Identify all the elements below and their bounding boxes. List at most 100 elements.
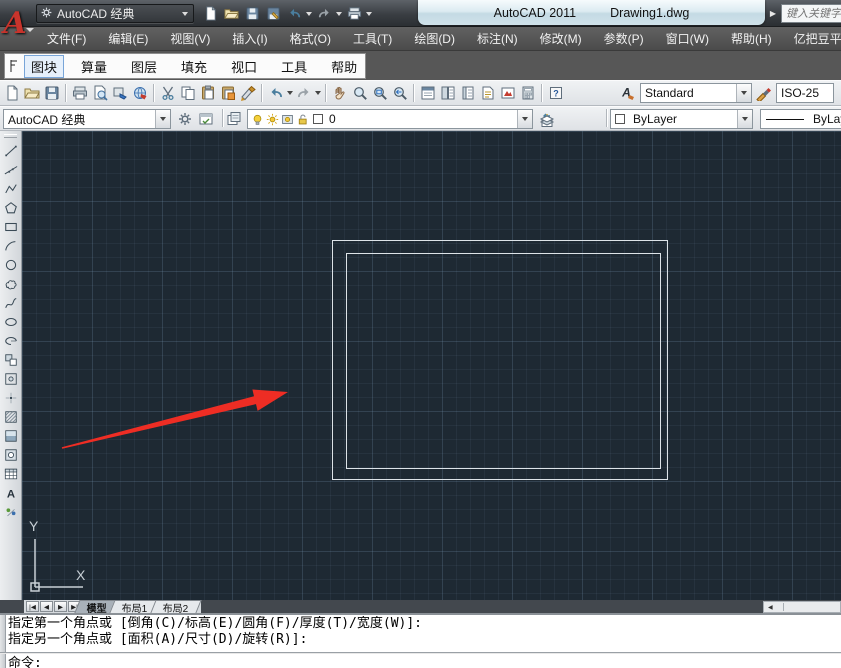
autocad-logo-icon[interactable]: A <box>0 0 30 46</box>
plugin-menu-item[interactable]: 填充 <box>169 55 219 78</box>
std-pan-icon[interactable] <box>330 83 350 103</box>
gradient-icon[interactable] <box>2 427 20 445</box>
infocenter-search-input[interactable] <box>781 4 841 23</box>
hatch-icon[interactable] <box>2 408 20 426</box>
std-zoom-realtime-icon[interactable] <box>350 83 370 103</box>
std-paste-icon[interactable] <box>198 83 218 103</box>
workspace-settings-icon[interactable] <box>175 109 195 129</box>
std-undo-icon[interactable] <box>266 83 286 103</box>
qat-new-icon[interactable] <box>200 4 220 23</box>
qat-save-as-icon[interactable] <box>263 4 283 23</box>
text-style-combo[interactable]: Standard <box>640 83 752 103</box>
std-save-icon[interactable] <box>42 83 62 103</box>
std-help-icon[interactable]: ? <box>546 83 566 103</box>
command-window-splitter[interactable] <box>0 652 841 654</box>
layer-combo[interactable]: 0 <box>247 109 533 129</box>
plugin-menu-item[interactable]: 视口 <box>219 55 269 78</box>
std-publish-icon[interactable] <box>110 83 130 103</box>
toolbar-grip[interactable] <box>4 134 17 138</box>
tab-nav-button[interactable]: |◀ <box>26 601 39 612</box>
chevron-down-icon[interactable] <box>517 110 532 128</box>
std-quickcalc-icon[interactable] <box>518 83 538 103</box>
infocenter-expand-button[interactable]: ▶ <box>768 6 778 20</box>
text-style-icon[interactable]: A <box>618 83 638 103</box>
chevron-down-icon[interactable] <box>305 4 313 23</box>
vp-freeze-icon[interactable] <box>281 113 294 126</box>
add-selected-icon[interactable] <box>2 503 20 521</box>
polygon-icon[interactable] <box>2 199 20 217</box>
menu-item[interactable]: 窗口(W) <box>655 27 720 50</box>
command-prompt[interactable]: 命令: <box>8 656 42 668</box>
revision-cloud-icon[interactable] <box>2 275 20 293</box>
std-designcenter-icon[interactable] <box>438 83 458 103</box>
layer-properties-manager-icon[interactable] <box>224 109 244 129</box>
std-open-icon[interactable] <box>22 83 42 103</box>
dim-style-icon[interactable] <box>754 83 774 103</box>
construction-line-icon[interactable] <box>2 161 20 179</box>
menu-item[interactable]: 格式(O) <box>279 27 342 50</box>
chevron-down-icon[interactable] <box>286 83 294 103</box>
make-block-icon[interactable] <box>2 370 20 388</box>
std-redo-icon[interactable] <box>294 83 314 103</box>
std-plot-preview-icon[interactable] <box>90 83 110 103</box>
menu-item[interactable]: 视图(V) <box>159 27 221 50</box>
tab-nav-button[interactable]: ◀ <box>40 601 53 612</box>
line-icon[interactable] <box>2 142 20 160</box>
std-cut-icon[interactable] <box>158 83 178 103</box>
chevron-down-icon[interactable] <box>736 84 751 102</box>
point-icon[interactable] <box>2 389 20 407</box>
plugin-menu-item[interactable]: 图层 <box>119 55 169 78</box>
horizontal-scrollbar[interactable]: ◀ <box>763 601 841 613</box>
rectangle-icon[interactable] <box>2 218 20 236</box>
std-properties-icon[interactable] <box>418 83 438 103</box>
plugin-menu-item[interactable]: 图块 <box>24 55 64 78</box>
chevron-down-icon[interactable] <box>335 4 343 23</box>
menu-item[interactable]: 绘图(D) <box>403 27 466 50</box>
menu-item[interactable]: 插入(I) <box>221 27 278 50</box>
menu-item[interactable]: 亿把豆平台 <box>783 27 841 50</box>
std-plot-icon[interactable] <box>70 83 90 103</box>
bulb-icon[interactable] <box>251 113 264 126</box>
qat-undo-icon[interactable] <box>284 4 304 23</box>
std-sheetset-icon[interactable] <box>478 83 498 103</box>
region-icon[interactable] <box>2 446 20 464</box>
circle-icon[interactable] <box>2 256 20 274</box>
qat-redo-icon[interactable] <box>314 4 334 23</box>
qat-open-icon[interactable] <box>221 4 241 23</box>
std-zoom-previous-icon[interactable] <box>390 83 410 103</box>
multiline-text-icon[interactable]: A <box>2 484 20 502</box>
scroll-left-icon[interactable]: ◀ <box>764 604 777 611</box>
std-match-properties-icon[interactable] <box>238 83 258 103</box>
plugin-menu-item[interactable]: 工具 <box>269 55 319 78</box>
ellipse-icon[interactable] <box>2 313 20 331</box>
drawing-canvas[interactable]: Y X <box>22 131 841 600</box>
menu-item[interactable]: 帮助(H) <box>720 27 783 50</box>
menu-item[interactable]: 工具(T) <box>342 27 403 50</box>
chevron-down-icon[interactable] <box>365 4 373 23</box>
tab-nav-button[interactable]: ▶ <box>54 601 67 612</box>
plugin-menu-item[interactable]: 算量 <box>69 55 119 78</box>
menu-item[interactable]: 标注(N) <box>466 27 529 50</box>
table-icon[interactable] <box>2 465 20 483</box>
linetype-combo[interactable]: ByLayer <box>760 109 841 129</box>
sun-icon[interactable] <box>266 113 279 126</box>
chevron-down-icon[interactable] <box>314 83 322 103</box>
chevron-down-icon[interactable] <box>155 110 170 128</box>
layout-tab-layout[interactable]: 布局2 <box>150 600 201 613</box>
color-combo[interactable]: ByLayer <box>610 109 753 129</box>
menu-item[interactable]: 文件(F) <box>36 27 97 50</box>
command-window-grip[interactable] <box>0 615 6 668</box>
menu-item[interactable]: 编辑(E) <box>97 27 159 50</box>
std-paste-special-icon[interactable] <box>218 83 238 103</box>
std-tool-palettes-icon[interactable] <box>458 83 478 103</box>
insert-block-icon[interactable] <box>2 351 20 369</box>
std-zoom-window-icon[interactable] <box>370 83 390 103</box>
qat-plot-icon[interactable] <box>344 4 364 23</box>
my-workspace-icon[interactable] <box>196 109 216 129</box>
qat-save-icon[interactable] <box>242 4 262 23</box>
plugin-menu-item[interactable]: 帮助 <box>319 55 369 78</box>
layer-states-icon[interactable] <box>537 111 557 131</box>
arc-icon[interactable] <box>2 237 20 255</box>
ellipse-arc-icon[interactable] <box>2 332 20 350</box>
workspace-combo[interactable]: AutoCAD 经典 <box>3 109 171 129</box>
